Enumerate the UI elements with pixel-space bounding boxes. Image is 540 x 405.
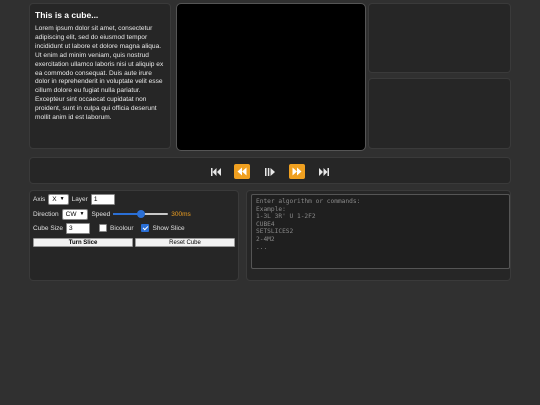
info-panel: This is a cube... Lorem ipsum dolor sit … bbox=[29, 3, 171, 149]
play-pause-button[interactable] bbox=[262, 158, 278, 185]
side-panel-top bbox=[368, 3, 511, 73]
show-slice-checkbox[interactable] bbox=[141, 224, 150, 232]
reset-cube-button[interactable]: Reset Cube bbox=[135, 238, 235, 247]
play-pause-icon bbox=[265, 167, 275, 176]
chevron-down-icon: ▼ bbox=[59, 195, 65, 202]
info-title: This is a cube... bbox=[35, 10, 99, 20]
turn-slice-button[interactable]: Turn Slice bbox=[33, 238, 133, 247]
playback-bar bbox=[29, 157, 511, 184]
skip-to-start-button[interactable] bbox=[208, 158, 224, 185]
layer-label: Layer bbox=[71, 195, 88, 203]
speed-label: Speed bbox=[91, 210, 111, 218]
info-body: Lorem ipsum dolor sit amet, consectetur … bbox=[35, 25, 164, 122]
direction-select[interactable]: CW ▼ bbox=[61, 208, 89, 220]
controls-panel: Axis X ▼ Layer 1 Direction CW ▼ Speed 300m… bbox=[29, 190, 239, 281]
speed-slider-thumb[interactable] bbox=[136, 210, 145, 218]
speed-slider[interactable] bbox=[113, 210, 169, 219]
layer-input[interactable]: 1 bbox=[90, 193, 115, 205]
bicolour-label: Bicolour bbox=[110, 224, 134, 232]
show-slice-label: Show Slice bbox=[152, 224, 185, 232]
skip-to-start-icon bbox=[211, 167, 221, 176]
cube-size-label: Cube Size bbox=[33, 224, 63, 232]
cube-size-row: Cube Size 3 Bicolour Show Slice bbox=[33, 222, 185, 234]
cube-size-input[interactable]: 3 bbox=[66, 222, 90, 234]
direction-row: Direction CW ▼ Speed 300ms bbox=[33, 208, 191, 220]
chevron-down-icon: ▼ bbox=[79, 210, 85, 217]
step-forward-icon bbox=[289, 164, 305, 179]
axis-select[interactable]: X ▼ bbox=[48, 193, 69, 205]
axis-row: Axis X ▼ Layer 1 bbox=[33, 193, 115, 205]
step-back-icon bbox=[234, 164, 250, 179]
direction-select-value: CW bbox=[65, 210, 77, 218]
side-panel-bottom bbox=[368, 78, 511, 149]
step-back-button[interactable] bbox=[233, 158, 251, 185]
terminal-panel: Enter algorithm or commands: Example: 1-… bbox=[246, 190, 511, 281]
skip-to-end-icon bbox=[319, 167, 329, 176]
command-input[interactable]: Enter algorithm or commands: Example: 1-… bbox=[251, 194, 510, 269]
axis-label: Axis bbox=[33, 195, 46, 203]
axis-select-value: X bbox=[52, 195, 57, 203]
speed-value: 300ms bbox=[171, 210, 191, 218]
cube-canvas[interactable] bbox=[176, 3, 366, 151]
step-forward-button[interactable] bbox=[288, 158, 306, 185]
bicolour-checkbox[interactable] bbox=[99, 224, 107, 232]
skip-to-end-button[interactable] bbox=[316, 158, 332, 185]
direction-label: Direction bbox=[33, 210, 59, 218]
